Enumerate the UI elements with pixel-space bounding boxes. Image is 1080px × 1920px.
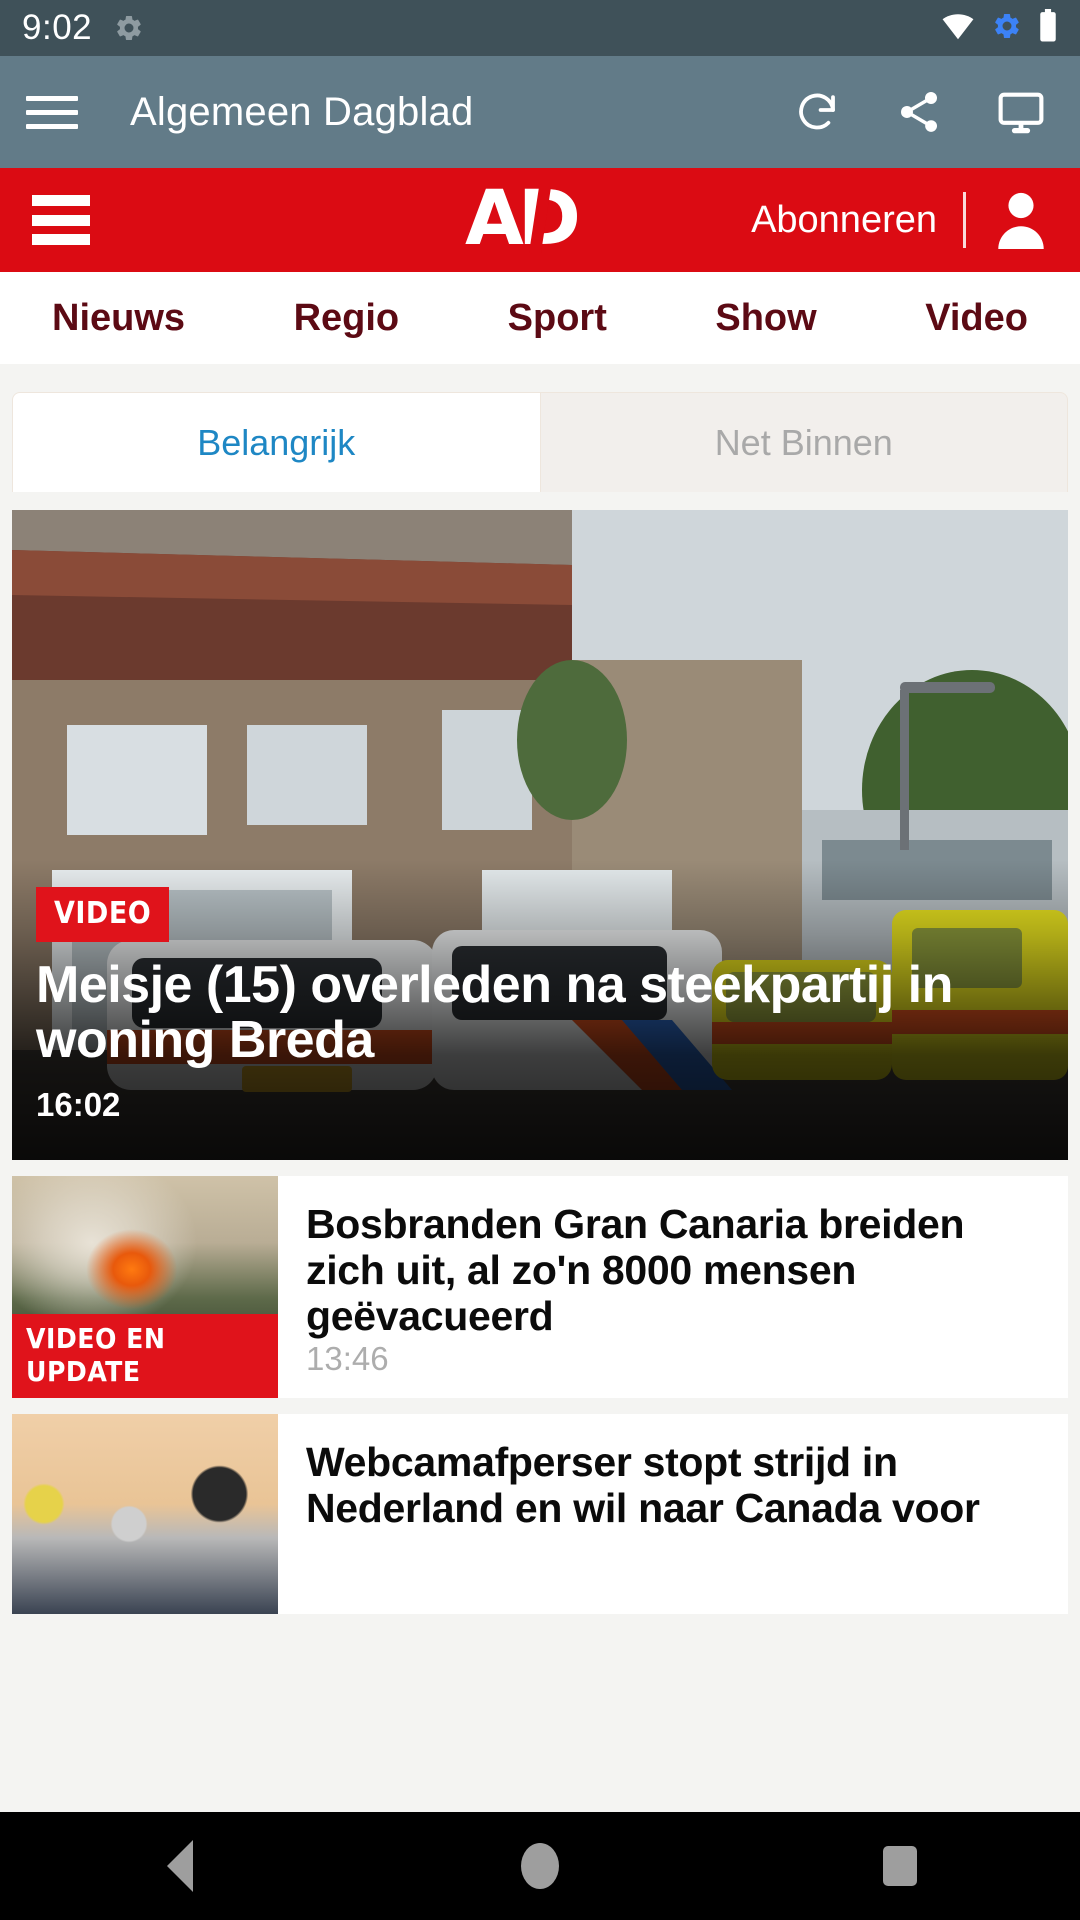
share-icon[interactable] (892, 85, 946, 139)
hero-badge: VIDEO (36, 887, 170, 942)
section-nav: Nieuws Regio Sport Show Video (0, 272, 1080, 364)
ad-logo[interactable]: AD (465, 181, 615, 259)
tabs: Belangrijk Net Binnen (12, 392, 1068, 492)
android-navigation-bar (0, 1812, 1080, 1920)
user-account-icon[interactable] (966, 188, 1056, 252)
svg-text:AD: AD (465, 181, 578, 259)
article-thumbnail (12, 1413, 278, 1614)
article-feed: VIDEO Meisje (15) overleden na steekpart… (0, 510, 1080, 1614)
recents-button[interactable] (840, 1831, 960, 1901)
back-button[interactable] (120, 1831, 240, 1901)
toolbar-actions (790, 85, 1054, 139)
site-hamburger-menu-icon[interactable] (32, 195, 90, 245)
wifi-icon (940, 12, 976, 45)
site-header: AD Abonneren (0, 168, 1080, 272)
page-title: Algemeen Dagblad (130, 89, 474, 134)
tab-net-binnen[interactable]: Net Binnen (540, 392, 1068, 492)
article-headline: Webcamafperser stopt strijd in Nederland… (306, 1438, 980, 1531)
article-body: Webcamafperser stopt strijd in Nederland… (278, 1414, 1068, 1614)
hamburger-menu-icon[interactable] (26, 79, 92, 145)
article-card[interactable]: Webcamafperser stopt strijd in Nederland… (12, 1413, 1068, 1614)
site-header-right: Abonneren (751, 188, 1056, 252)
hero-headline: Meisje (15) overleden na steekpartij in … (36, 955, 953, 1069)
header-divider (963, 192, 966, 248)
article-body: Bosbranden Gran Canaria breiden zich uit… (278, 1176, 1068, 1398)
tab-belangrijk[interactable]: Belangrijk (12, 392, 541, 492)
home-button[interactable] (480, 1831, 600, 1901)
refresh-icon[interactable] (790, 85, 844, 139)
cast-screen-icon[interactable] (994, 85, 1048, 139)
nav-item-video[interactable]: Video (925, 297, 1028, 340)
article-card[interactable]: VIDEO EN UPDATE Bosbranden Gran Canaria … (12, 1176, 1068, 1398)
tabs-container: Belangrijk Net Binnen (0, 364, 1080, 492)
nav-item-show[interactable]: Show (715, 297, 816, 340)
status-icons (940, 8, 1058, 48)
battery-icon (1038, 8, 1058, 48)
hero-timestamp: 16:02 (36, 1086, 121, 1123)
settings-gear-icon (114, 13, 144, 43)
android-status-bar: 9:02 (0, 0, 1080, 56)
nav-item-nieuws[interactable]: Nieuws (52, 297, 185, 340)
article-timestamp: 13:46 (306, 1339, 389, 1377)
status-clock: 9:02 (22, 8, 93, 47)
article-headline: Bosbranden Gran Canaria breiden zich uit… (306, 1201, 965, 1339)
app-toolbar: Algemeen Dagblad (0, 56, 1080, 168)
article-thumbnail: VIDEO EN UPDATE (12, 1176, 278, 1398)
nav-item-sport[interactable]: Sport (508, 297, 607, 340)
nav-item-regio[interactable]: Regio (294, 297, 400, 340)
sync-gear-icon (992, 11, 1022, 46)
hero-article[interactable]: VIDEO Meisje (15) overleden na steekpart… (12, 510, 1068, 1160)
subscribe-link[interactable]: Abonneren (751, 199, 963, 242)
article-badge: VIDEO EN UPDATE (12, 1313, 278, 1398)
